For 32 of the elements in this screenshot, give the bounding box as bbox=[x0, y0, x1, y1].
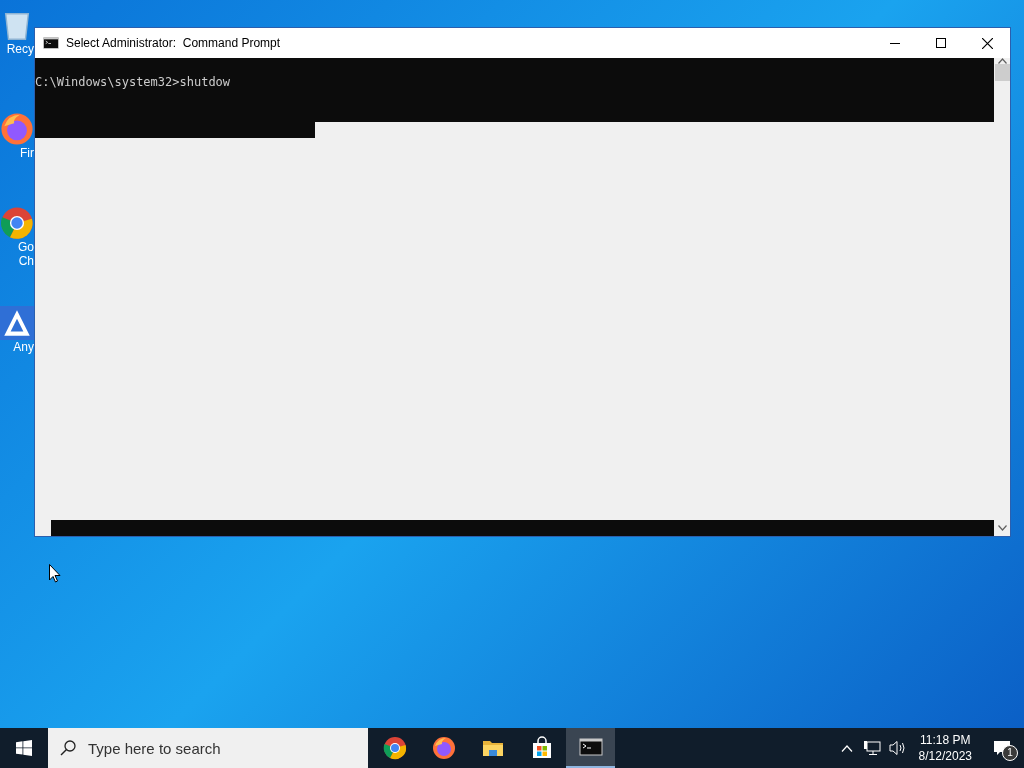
scroll-up-icon bbox=[997, 58, 1007, 64]
mouse-pointer-icon bbox=[49, 564, 61, 583]
clock-time: 11:18 PM bbox=[920, 732, 971, 748]
terminal-icon bbox=[43, 35, 59, 51]
search-field[interactable]: Type here to search bbox=[48, 728, 368, 768]
notifications-button[interactable]: 1 bbox=[980, 728, 1024, 768]
window-title: Select Administrator: Command Prompt bbox=[66, 35, 281, 52]
desktop-icon-label: Ch bbox=[18, 254, 34, 268]
search-icon bbox=[60, 740, 76, 756]
taskbar-app-button[interactable] bbox=[566, 728, 615, 768]
clock-date: 8/12/2023 bbox=[918, 748, 972, 764]
windows-logo-icon bbox=[16, 740, 32, 756]
desktop-icon-label: Fir bbox=[20, 146, 34, 160]
scroll-down-icon bbox=[997, 525, 1007, 531]
chrome-icon bbox=[382, 736, 407, 760]
fox-globe-icon bbox=[431, 736, 456, 760]
chrome-icon bbox=[0, 206, 34, 240]
desktop-icon-label: Any bbox=[13, 340, 34, 354]
terminal-icon bbox=[578, 735, 603, 759]
triangle-logo-icon bbox=[0, 306, 34, 340]
chevron-up-icon bbox=[840, 744, 853, 752]
console-line: C:\Windows\system32>shutdow bbox=[35, 74, 232, 90]
maximize-icon bbox=[936, 38, 946, 48]
speaker-icon bbox=[888, 740, 907, 756]
desktop-icon-label: Go bbox=[18, 240, 34, 254]
fox-globe-icon bbox=[0, 112, 34, 146]
network-icon bbox=[862, 740, 881, 756]
minimize-icon bbox=[890, 42, 900, 44]
close-icon bbox=[981, 37, 993, 49]
desktop-icon-label: Recy bbox=[6, 42, 34, 56]
scroll-thumb[interactable] bbox=[994, 64, 1010, 81]
notification-count: 1 bbox=[1002, 745, 1018, 761]
